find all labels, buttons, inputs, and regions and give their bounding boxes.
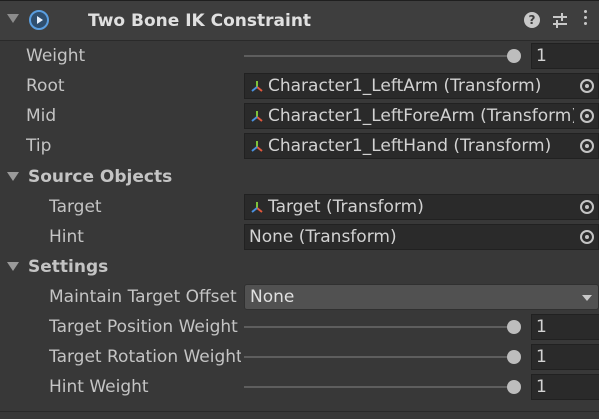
object-picker-icon[interactable] (580, 200, 594, 214)
target-value: Target (Transform) (268, 197, 424, 217)
presets-icon[interactable] (551, 12, 569, 30)
mid-label: Mid (26, 106, 57, 126)
hint-row: Hint None (Transform) (0, 222, 599, 252)
target-position-weight-input[interactable]: 1 (531, 314, 599, 340)
tip-value: Character1_LeftHand (Transform) (268, 136, 552, 156)
target-rotation-weight-row: Target Rotation Weight 1 (0, 342, 599, 372)
object-picker-area (574, 74, 598, 98)
hint-weight-label: Hint Weight (49, 377, 149, 397)
fold-arrow-icon[interactable] (7, 14, 19, 23)
mid-value: Character1_LeftForeArm (Transform) (268, 106, 578, 126)
root-label: Root (26, 76, 65, 96)
hint-object-field[interactable]: None (Transform) (244, 224, 599, 250)
object-picker-area (574, 104, 598, 128)
transform-axes-icon (251, 141, 263, 152)
source-objects-heading: Source Objects (28, 167, 173, 187)
object-picker-icon[interactable] (580, 139, 594, 153)
help-icon[interactable]: ? (524, 12, 540, 28)
object-picker-icon[interactable] (580, 79, 594, 93)
settings-heading: Settings (28, 257, 109, 277)
object-picker-icon[interactable] (580, 109, 594, 123)
component-title: Two Bone IK Constraint (88, 11, 312, 31)
target-position-weight-label: Target Position Weight (49, 317, 238, 337)
root-object-field[interactable]: Character1_LeftArm (Transform) (244, 73, 599, 99)
source-objects-foldout[interactable]: Source Objects (0, 162, 599, 192)
weight-row: Weight 1 (0, 41, 599, 71)
hint-weight-slider-track[interactable] (244, 386, 514, 388)
tip-row: Tip Character1_LeftHand (Transform) (0, 131, 599, 161)
maintain-target-offset-dropdown[interactable]: None (244, 284, 599, 310)
target-rotation-weight-slider-track[interactable] (244, 356, 514, 358)
target-label: Target (49, 197, 102, 217)
inspector-panel: Two Bone IK Constraint ? Weight 1 Root C… (0, 0, 599, 419)
target-position-weight-slider-track[interactable] (244, 326, 514, 328)
root-value: Character1_LeftArm (Transform) (268, 76, 542, 96)
component-header[interactable]: Two Bone IK Constraint ? (0, 0, 599, 41)
target-row: Target Target (Transform) (0, 192, 599, 222)
weight-label: Weight (26, 46, 86, 66)
hint-label: Hint (49, 227, 84, 247)
object-picker-area (574, 195, 598, 219)
next-component-strip (0, 412, 599, 419)
weight-input[interactable]: 1 (531, 43, 599, 69)
object-picker-icon[interactable] (580, 230, 594, 244)
maintain-target-offset-row: Maintain Target Offset None (0, 282, 599, 312)
weight-slider-track[interactable] (244, 55, 514, 57)
target-rotation-weight-label: Target Rotation Weight (49, 347, 241, 367)
tip-object-field[interactable]: Character1_LeftHand (Transform) (244, 133, 599, 159)
weight-slider-knob[interactable] (507, 49, 521, 63)
transform-axes-icon (251, 111, 263, 122)
tip-label: Tip (26, 136, 52, 156)
transform-axes-icon (251, 202, 263, 213)
hint-weight-row: Hint Weight 1 (0, 372, 599, 402)
target-position-weight-row: Target Position Weight 1 (0, 312, 599, 342)
play-circle-icon[interactable] (29, 10, 49, 30)
target-rotation-weight-input[interactable]: 1 (531, 344, 599, 370)
target-position-weight-slider-knob[interactable] (507, 320, 521, 334)
maintain-target-offset-value: None (250, 287, 295, 307)
object-picker-area (574, 134, 598, 158)
target-rotation-weight-slider-knob[interactable] (507, 350, 521, 364)
fold-arrow-icon[interactable] (7, 172, 19, 181)
mid-row: Mid Character1_LeftForeArm (Transform) (0, 101, 599, 131)
chevron-down-icon (582, 295, 592, 301)
mid-object-field[interactable]: Character1_LeftForeArm (Transform) (244, 103, 599, 129)
transform-axes-icon (251, 81, 263, 92)
maintain-target-offset-label: Maintain Target Offset (49, 287, 237, 307)
settings-foldout[interactable]: Settings (0, 252, 599, 282)
object-picker-area (574, 225, 598, 249)
hint-weight-input[interactable]: 1 (531, 374, 599, 400)
root-row: Root Character1_LeftArm (Transform) (0, 71, 599, 101)
hint-weight-slider-knob[interactable] (507, 380, 521, 394)
target-object-field[interactable]: Target (Transform) (244, 194, 599, 220)
fold-arrow-icon[interactable] (7, 262, 19, 271)
hint-value: None (Transform) (249, 227, 397, 247)
kebab-menu-icon[interactable] (582, 10, 588, 30)
